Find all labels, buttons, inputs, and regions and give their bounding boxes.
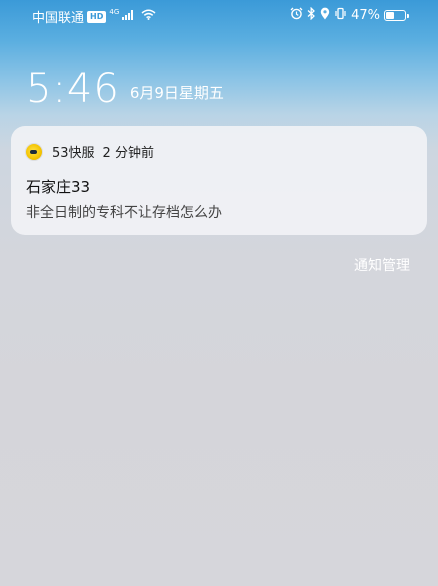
bluetooth-icon [307, 6, 316, 24]
hd-icon: HD [87, 10, 107, 23]
lockscreen-clock: 5:46 6月9日星期五 [26, 66, 224, 112]
clock-time: 5:46 [26, 66, 120, 112]
notification-header: 53快服 2 分钟前 [26, 142, 154, 161]
alarm-icon [290, 7, 303, 24]
notification-card[interactable]: 53快服 2 分钟前 石家庄33 非全日制的专科不让存档怎么办 [11, 126, 427, 235]
wifi-icon [141, 9, 156, 24]
location-icon [320, 7, 330, 24]
network-type: 4G [109, 7, 120, 16]
battery-level-fill [386, 12, 394, 19]
battery-percent: 47% [351, 8, 380, 23]
battery-icon [384, 10, 409, 21]
clock-date: 6月9日星期五 [129, 84, 224, 102]
notification-app-name: 53快服 [52, 146, 95, 161]
signal-icon [122, 9, 134, 24]
app-icon [26, 143, 42, 160]
notification-time: 2 分钟前 [102, 146, 154, 161]
notification-title: 石家庄33 [26, 178, 91, 196]
notification-manage-button[interactable]: 通知管理 [354, 255, 410, 275]
notification-body: 非全日制的专科不让存档怎么办 [26, 205, 222, 221]
vibrate-icon [334, 7, 347, 24]
carrier-name: 中国联通 [32, 11, 85, 26]
status-bar-left: 中国联通 HD 4G [32, 7, 156, 26]
status-bar: 中国联通 HD 4G 47% [0, 0, 438, 30]
status-bar-right: 47% [290, 6, 409, 24]
